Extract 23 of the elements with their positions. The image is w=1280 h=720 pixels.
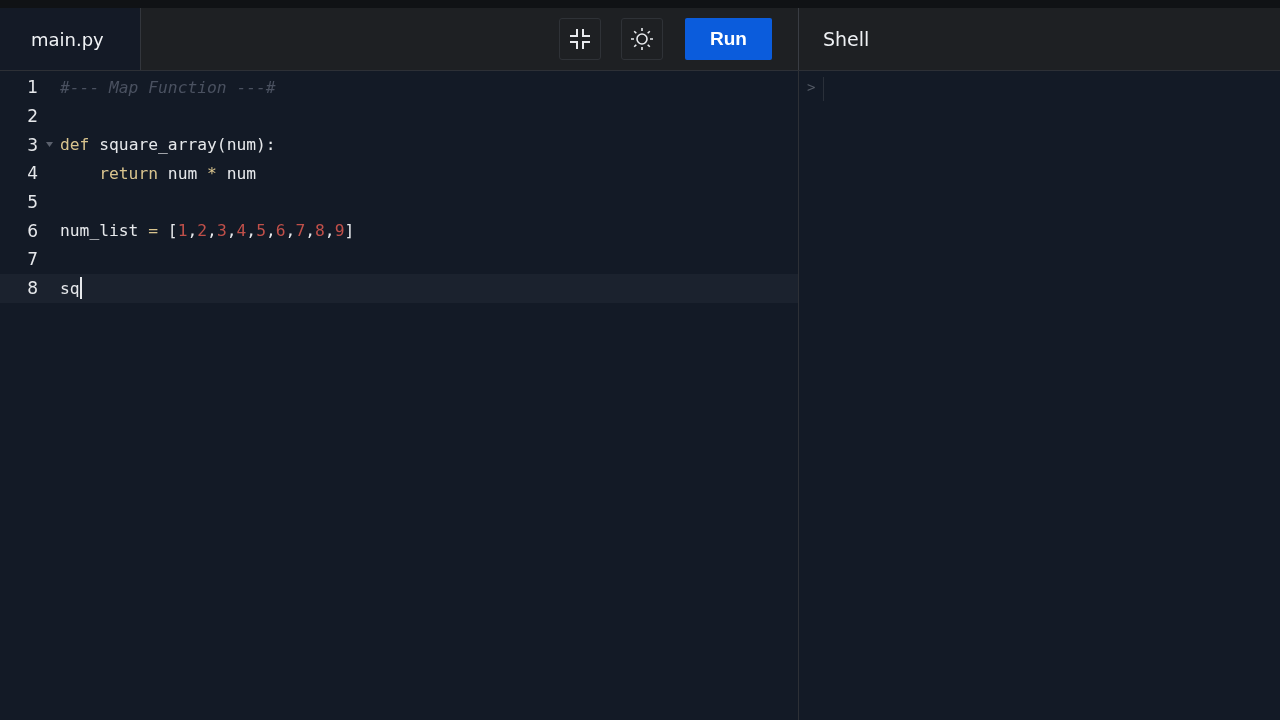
code-editor[interactable]: 1 #--- Map Function ---# 2 3 def square_array(num): 4 return num * num 5 6 num_list = [1,2,3,4,5,6,7,8,9] 7 8 sq [0,71,799,720]
collapse-icon [568,27,592,51]
line-number: 1 [26,77,38,98]
fold-caret-icon[interactable] [45,142,53,148]
run-button[interactable]: Run [685,18,772,60]
code-line: def square_array(num): [60,135,276,155]
line-number: 7 [26,249,38,270]
line-number: 5 [26,192,38,213]
code-line: #--- Map Function ---# [60,77,276,97]
code-line: num_list = [1,2,3,4,5,6,7,8,9] [60,221,355,241]
line-number: 6 [26,220,38,241]
code-line: return num * num [98,163,257,183]
line-number: 2 [26,106,38,127]
line-number: 4 [26,163,38,184]
sun-icon [630,27,654,51]
shell-prompt: > [807,77,825,101]
shell-title: Shell [823,28,870,50]
theme-button[interactable] [621,18,663,60]
text-cursor [79,277,82,300]
line-number: 3 [26,134,38,155]
code-line: sq [60,277,82,300]
line-number: 8 [26,278,38,299]
minimize-button[interactable] [559,18,601,60]
